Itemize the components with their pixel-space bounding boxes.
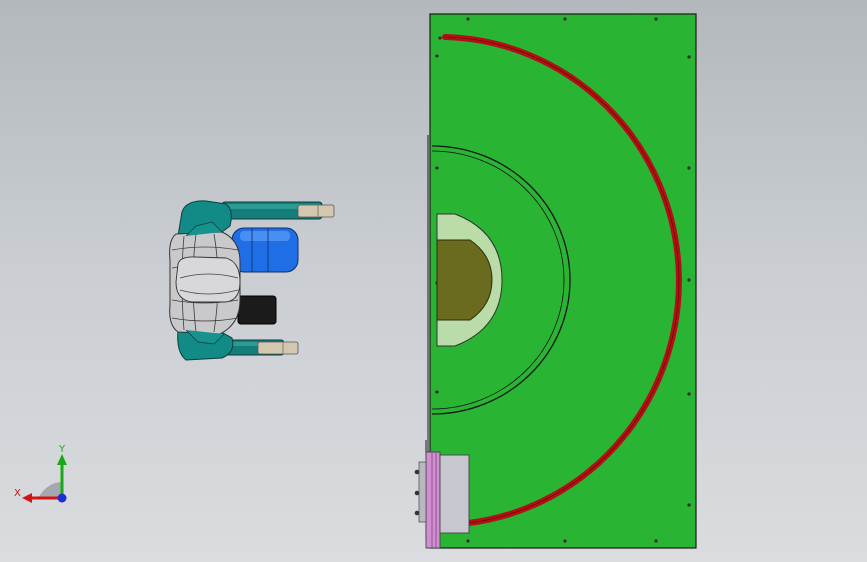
upper-arm	[221, 201, 335, 220]
cad-viewport[interactable]	[0, 0, 867, 562]
robot-gripper-assembly[interactable]	[169, 200, 335, 361]
x-axis-label: X	[14, 488, 21, 499]
black-block	[237, 295, 277, 325]
y-axis-label: Y	[58, 444, 66, 455]
front-lobe	[175, 256, 241, 303]
coordinate-triad: Y X	[14, 444, 67, 503]
blue-motor	[231, 227, 299, 273]
triad-axes	[22, 454, 67, 503]
